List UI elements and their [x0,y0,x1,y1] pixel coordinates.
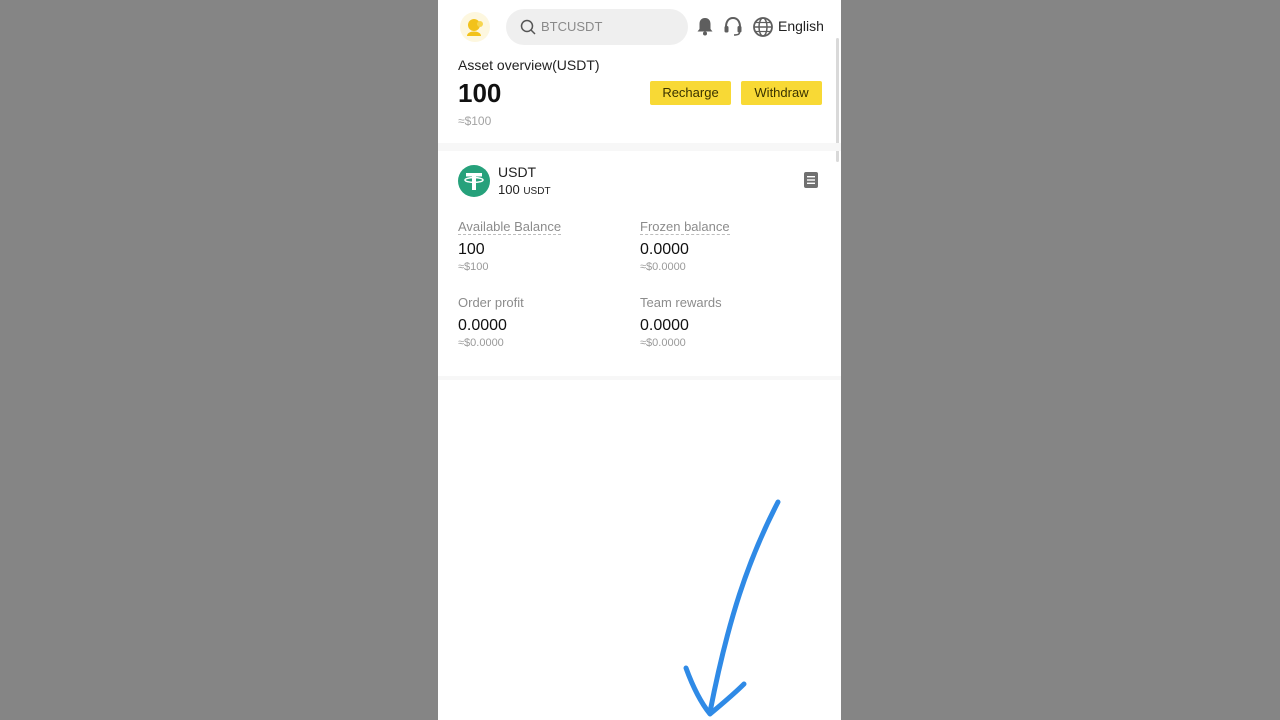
annotation-arrow [683,499,781,717]
phone-screen: BTCUSDT English Asset overview(USDT) 100… [438,0,841,720]
